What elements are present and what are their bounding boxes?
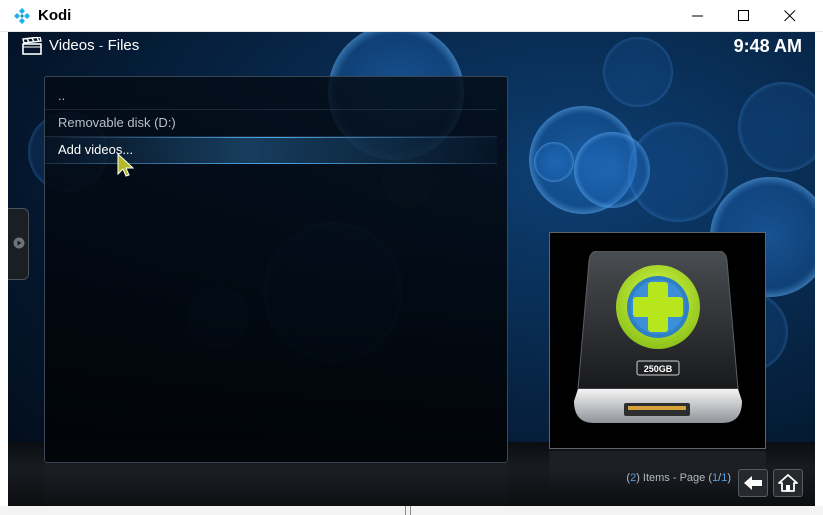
divider: [405, 506, 406, 515]
breadcrumb-section: Videos: [49, 37, 95, 54]
breadcrumb: Videos - Files: [49, 37, 139, 54]
close-icon: [784, 10, 796, 22]
kodi-header: Videos - Files 9:48 AM: [8, 32, 815, 62]
clock: 9:48 AM: [733, 36, 802, 56]
list-item-add-videos[interactable]: Add videos...: [45, 137, 497, 164]
close-button[interactable]: [767, 0, 813, 32]
panel-reflection: [44, 464, 508, 506]
breadcrumb-separator: -: [98, 37, 104, 53]
home-button[interactable]: [773, 469, 803, 497]
mouse-cursor-icon: [117, 152, 135, 177]
items-text: Items - Page: [639, 472, 709, 484]
window-title-bar[interactable]: Kodi: [0, 0, 823, 32]
home-icon: [778, 474, 798, 492]
file-list-panel: .. Removable disk (D:) Add videos...: [44, 76, 508, 463]
chevron-right-icon: [13, 237, 25, 249]
thumbnail-frame: 250GB: [549, 232, 766, 449]
back-button[interactable]: [738, 469, 768, 497]
clapperboard-icon: [22, 37, 42, 55]
list-item-label: ..: [58, 88, 66, 103]
capacity-label: 250GB: [644, 364, 673, 374]
minimize-button[interactable]: [675, 0, 721, 32]
list-item-removable-disk[interactable]: Removable disk (D:): [45, 110, 497, 137]
divider: [410, 506, 411, 515]
window-title: Kodi: [38, 7, 72, 24]
page-total: 1: [721, 472, 728, 484]
page-current: 1: [712, 472, 719, 484]
breadcrumb-subsection: Files: [107, 37, 140, 54]
items-page-info: (2) Items - Page (1/1): [626, 472, 731, 484]
thumbnail-reflection: [549, 451, 766, 491]
kodi-logo-icon: [14, 8, 30, 24]
maximize-button[interactable]: [721, 0, 767, 32]
file-list: .. Removable disk (D:) Add videos...: [45, 83, 507, 164]
side-menu-tab[interactable]: [8, 208, 29, 280]
back-arrow-icon: [744, 476, 762, 490]
maximize-icon: [738, 10, 749, 21]
list-item-parent[interactable]: ..: [45, 83, 497, 110]
kodi-window: Videos - Files 9:48 AM .. Removable disk…: [8, 32, 815, 506]
minimize-icon: [692, 15, 703, 17]
list-item-label: Removable disk (D:): [58, 115, 176, 130]
add-drive-icon: 250GB: [574, 251, 742, 423]
items-count: 2: [630, 472, 637, 484]
below-window-area: [0, 506, 823, 515]
